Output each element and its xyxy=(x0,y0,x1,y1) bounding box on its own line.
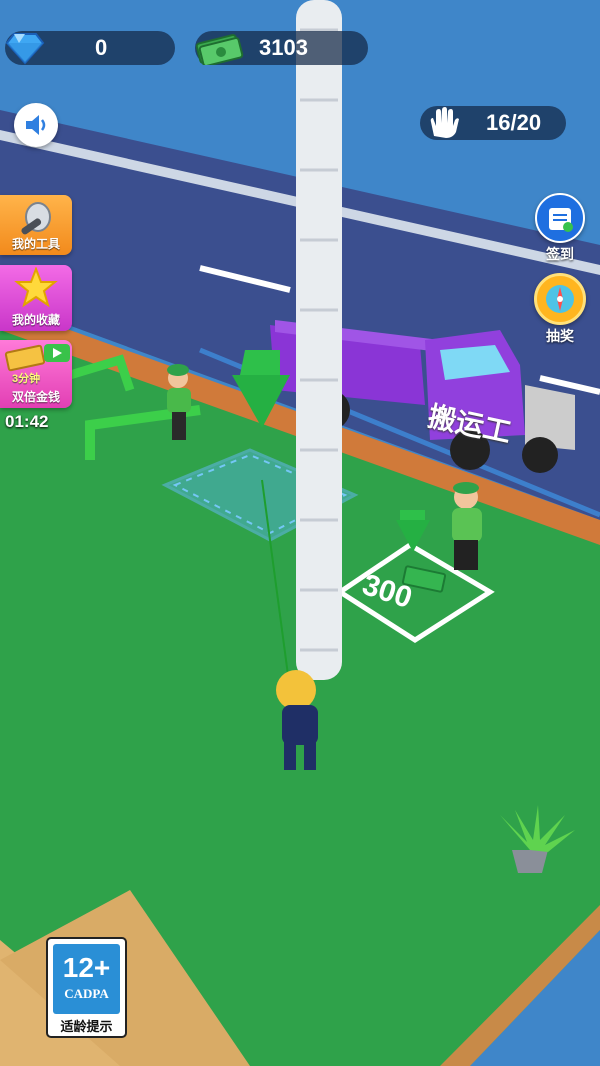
check-in-label: 签到 xyxy=(546,246,574,262)
video-icon xyxy=(44,344,70,362)
star-icon xyxy=(14,266,58,308)
capacity-value: 16/20 xyxy=(486,110,542,135)
double-money-button[interactable]: 3分钟 双倍金钱 xyxy=(0,340,72,408)
my-tools-label: 我的工具 xyxy=(11,237,60,251)
lottery-label: 抽奖 xyxy=(546,328,574,344)
check-in-button[interactable]: 签到 xyxy=(530,193,590,264)
sound-button[interactable] xyxy=(14,103,58,147)
lottery-button[interactable]: 抽奖 xyxy=(530,273,590,346)
worker-2 xyxy=(452,482,482,570)
speaker-icon xyxy=(26,115,46,135)
my-collection-button[interactable]: 我的收藏 xyxy=(0,265,72,331)
hand-icon xyxy=(430,107,459,138)
diamond-icon xyxy=(5,33,45,65)
game-scene xyxy=(0,0,600,1066)
double-money-badge: 3分钟 xyxy=(12,373,41,385)
age-rating-value: 12+ xyxy=(62,952,111,983)
age-rating-org: CADPA xyxy=(64,986,109,1001)
my-collection-label: 我的收藏 xyxy=(11,313,60,327)
carried-stack xyxy=(296,0,342,680)
calendar-icon xyxy=(549,208,573,232)
double-money-timer: 01:42 xyxy=(5,412,49,431)
gems-counter: 0 xyxy=(5,31,175,65)
cash-icon xyxy=(195,34,244,65)
my-tools-button[interactable]: 我的工具 xyxy=(0,195,72,255)
double-money-label: 双倍金钱 xyxy=(11,390,60,404)
capacity-counter: 16/20 xyxy=(420,106,566,140)
cash-value: 3103 xyxy=(259,35,308,60)
double-money-cash-icon xyxy=(4,344,46,372)
wrench-icon xyxy=(21,202,51,235)
age-rating-badge: 12+ CADPA 适龄提示 xyxy=(46,937,127,1038)
gems-value: 0 xyxy=(95,35,108,60)
age-rating-caption: 适龄提示 xyxy=(60,1019,113,1034)
cash-counter: 3103 xyxy=(195,31,368,65)
compass-icon xyxy=(546,285,574,313)
